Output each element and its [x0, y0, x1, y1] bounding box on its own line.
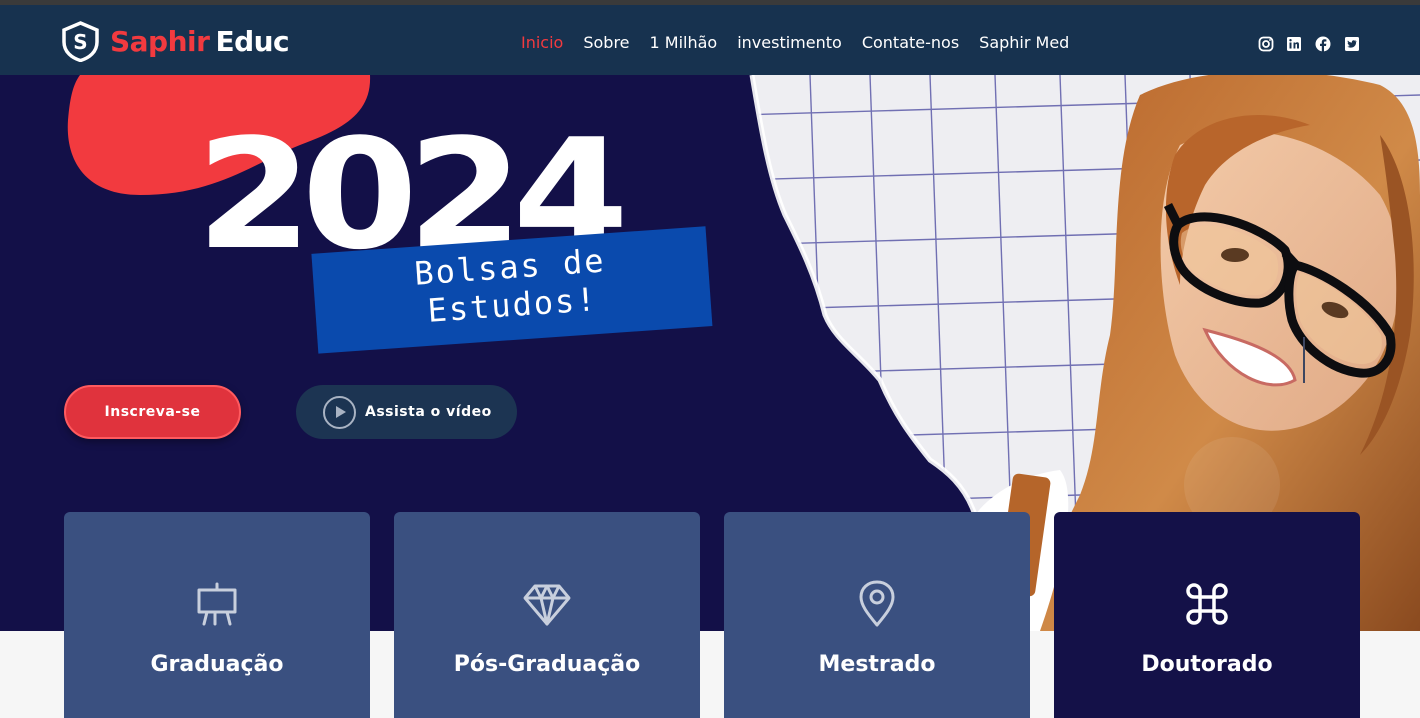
card-title: Graduação	[150, 652, 284, 677]
brand-name-part1: Saphir	[110, 24, 210, 58]
nav-link-saphir-med[interactable]: Saphir Med	[979, 33, 1069, 52]
watch-video-label: Assista o vídeo	[365, 404, 492, 420]
twitter-icon[interactable]	[1344, 36, 1360, 52]
facebook-icon[interactable]	[1315, 36, 1331, 52]
card-title: Mestrado	[818, 652, 936, 677]
map-pin-icon	[859, 580, 895, 627]
nav-link-contate-nos[interactable]: Contate-nos	[862, 33, 959, 52]
logo-badge-letter: S	[73, 30, 87, 54]
nav-link-investimento[interactable]: investimento	[737, 33, 842, 52]
command-icon	[1186, 583, 1228, 625]
site-header: S Saphir Educ Inicio Sobre 1 Milhão inves…	[0, 5, 1420, 75]
nav-link-inicio[interactable]: Inicio	[521, 33, 563, 52]
card-title: Pós-Graduação	[453, 652, 641, 677]
card-mestrado[interactable]: Mestrado	[724, 512, 1030, 718]
diamond-icon	[523, 584, 571, 626]
instagram-icon[interactable]	[1258, 36, 1274, 52]
easel-icon	[197, 582, 237, 626]
nav-link-1-milhao[interactable]: 1 Milhão	[650, 33, 718, 52]
card-doutorado[interactable]: Doutorado	[1054, 512, 1360, 718]
main-navigation: Inicio Sobre 1 Milhão investimento Conta…	[521, 33, 1089, 52]
enroll-button[interactable]: Inscreva-se	[64, 385, 241, 439]
card-title: Doutorado	[1141, 652, 1273, 677]
card-graduacao[interactable]: Graduação	[64, 512, 370, 718]
brand-logo[interactable]: S Saphir Educ	[60, 20, 290, 62]
play-icon	[323, 395, 356, 429]
watch-video-button[interactable]: Assista o vídeo	[296, 385, 517, 439]
brand-name-part2: Educ	[215, 24, 290, 58]
linkedin-icon[interactable]	[1286, 36, 1302, 52]
nav-link-sobre[interactable]: Sobre	[583, 33, 629, 52]
brand-name: Saphir Educ	[110, 24, 290, 58]
card-pos-graduacao[interactable]: Pós-Graduação	[394, 512, 700, 718]
logo-badge-icon: S	[62, 20, 99, 62]
